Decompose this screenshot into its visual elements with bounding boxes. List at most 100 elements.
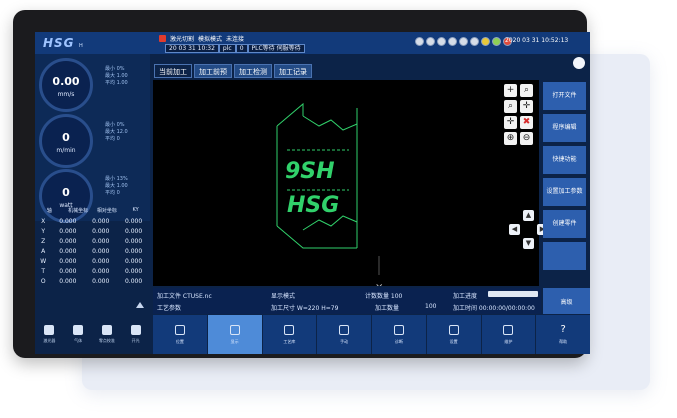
open-file-button[interactable]: 打开文件 [543,82,586,110]
coord-value: 0.000 [92,218,110,225]
tablet-frame: HSG H 激光切割 模拟模式 未连接 20 03 31 10:32 plc 0… [13,10,590,358]
quick-button-icon[interactable] [437,37,446,46]
feed-gauge: 0 m/min [39,114,93,168]
nav-label: 位置 [175,338,184,344]
maintenance-icon [503,324,514,335]
nav-display[interactable]: 显示 [207,315,262,354]
gauge-stat: 最大 1.00 [105,73,128,79]
scroll-up-icon[interactable] [136,302,144,308]
laser-icon [44,324,55,335]
power-gauge: 0 watt [39,169,93,223]
position-icon [174,324,185,335]
status-plc-state: PLC等待 伺服等待 [247,44,305,53]
arrow-up-icon[interactable]: ▲ [523,210,534,221]
quick-button-icon[interactable] [448,37,457,46]
axis-name: A [41,248,46,255]
display-mode: 显示模式 [271,293,296,300]
quick-button-icon[interactable] [415,37,424,46]
gauge-value: 0.00 [52,75,80,88]
menu-circle-button[interactable] [573,57,585,69]
hand-icon [339,324,350,335]
cutting-preview-canvas[interactable]: 9SH HSG × + ⌕ ⌕ ✛ ✛ ✖ ⊕ ⊖ ▲ ◀ ▶ ▼ [153,80,548,293]
nav-help[interactable]: ? 帮助 [536,315,590,354]
right-button-column: 打开文件 程序编辑 快捷功能 设置加工参数 创建零件 [543,82,590,274]
progress-label: 加工进度 [453,293,478,300]
coord-header-cell: 机械坐标 [68,208,89,214]
nav-manual[interactable]: 手动 [317,315,371,354]
axis-name: X [41,218,46,225]
coord-value: 0.000 [59,248,77,255]
coord-header-cell: 相对坐标 [96,208,117,214]
zoom-window-icon[interactable]: ⌕ [504,100,517,113]
pan-icon[interactable]: ✛ [520,100,533,113]
layers-icon [284,324,295,335]
gas-button[interactable]: 气体 [64,314,93,354]
tab-inspection[interactable]: 加工检测 [234,64,272,78]
shutter-label: 开光 [131,337,140,343]
coord-header: 轴 机械坐标 相对坐标 KY [35,207,150,214]
nav-label: 维护 [504,338,513,344]
empty-button[interactable] [543,242,586,270]
nav-label: 工艺库 [283,338,296,344]
nav-position[interactable]: 位置 [153,315,207,354]
status-line: 激光切割 模拟模式 未连接 [159,34,244,43]
process-params-button[interactable]: 设置加工参数 [543,178,586,206]
tab-preprocess[interactable]: 加工前预 [194,64,232,78]
axis-name: Z [41,238,46,245]
coord-value: 0.000 [124,258,143,265]
gauge-stat: 平均 0 [105,136,120,142]
gear-icon [448,324,459,335]
gauge-stats: 最小 0% 最大 12.0 平均 0 [105,122,150,143]
coord-row: A 0.000 0.000 0.000 [35,248,150,255]
zero-calibrate-button[interactable]: 零点校准 [93,314,122,354]
create-part-button[interactable]: 创建零件 [543,210,586,238]
nav-label: 诊断 [394,338,403,344]
shortcut-button[interactable]: 快捷功能 [543,146,586,174]
quick-button-icon[interactable] [459,37,468,46]
arrow-left-icon[interactable]: ◀ [509,224,520,235]
move-icon[interactable]: ✛ [504,116,517,129]
status-fields: 20 03 31 10:32 plc 0 PLC等待 伺服等待 [165,44,305,53]
coord-value: 0.000 [59,278,77,285]
alarm-icon [159,34,166,42]
mode-text: 模拟模式 [198,35,223,43]
zoom-search-icon[interactable]: ⌕ [520,84,533,97]
ready-light-icon [492,37,501,46]
laser-button[interactable]: 激光器 [35,314,64,354]
tab-records[interactable]: 加工记录 [274,64,312,78]
axis-name: T [41,268,46,275]
arrow-down-icon[interactable]: ▼ [523,238,534,249]
calibrate-label: 零点校准 [98,337,115,343]
gauge-unit: mm/s [57,91,75,98]
nav-diagnose[interactable]: 诊断 [372,315,426,354]
program-edit-button[interactable]: 程序编辑 [543,114,586,142]
coord-value: 0.000 [92,258,110,265]
nav-settings[interactable]: 设置 [426,315,481,354]
view-toolbar: + ⌕ ⌕ ✛ ✛ ✖ ⊕ ⊖ [504,84,533,145]
axis-name: Y [41,228,46,235]
advanced-button[interactable]: 高级 [543,288,590,314]
clear-icon[interactable]: ✖ [520,116,533,129]
tab-current-processing[interactable]: 当前加工 [154,64,192,78]
coord-value: 0.000 [92,248,110,255]
display-icon [229,324,240,335]
coord-value: 0.000 [92,228,110,235]
zoom-minus-icon[interactable]: ⊖ [520,132,533,145]
zoom-plus-icon[interactable]: ⊕ [504,132,517,145]
nav-maintenance[interactable]: 维护 [481,315,536,354]
quick-button-icon[interactable] [426,37,435,46]
gauge-stat: 最小 0% [105,122,125,128]
nav-label: 帮助 [559,338,568,344]
zoom-in-icon[interactable]: + [504,84,517,97]
nav-library[interactable]: 工艺库 [262,315,317,354]
process-time: 加工时间 00:00:00/00:00:00 [453,305,535,312]
status-zero: 0 [235,44,248,53]
coord-value: 0.000 [59,228,77,235]
axis-name: W [40,258,47,265]
shutter-button[interactable]: 开光 [121,314,150,354]
coord-value: 0.000 [124,268,143,275]
quick-button-icon[interactable] [470,37,479,46]
coord-row: Y 0.000 0.000 0.000 [35,228,150,235]
gauge-stat: 平均 0 [105,190,120,196]
coord-value: 0.000 [59,268,77,275]
